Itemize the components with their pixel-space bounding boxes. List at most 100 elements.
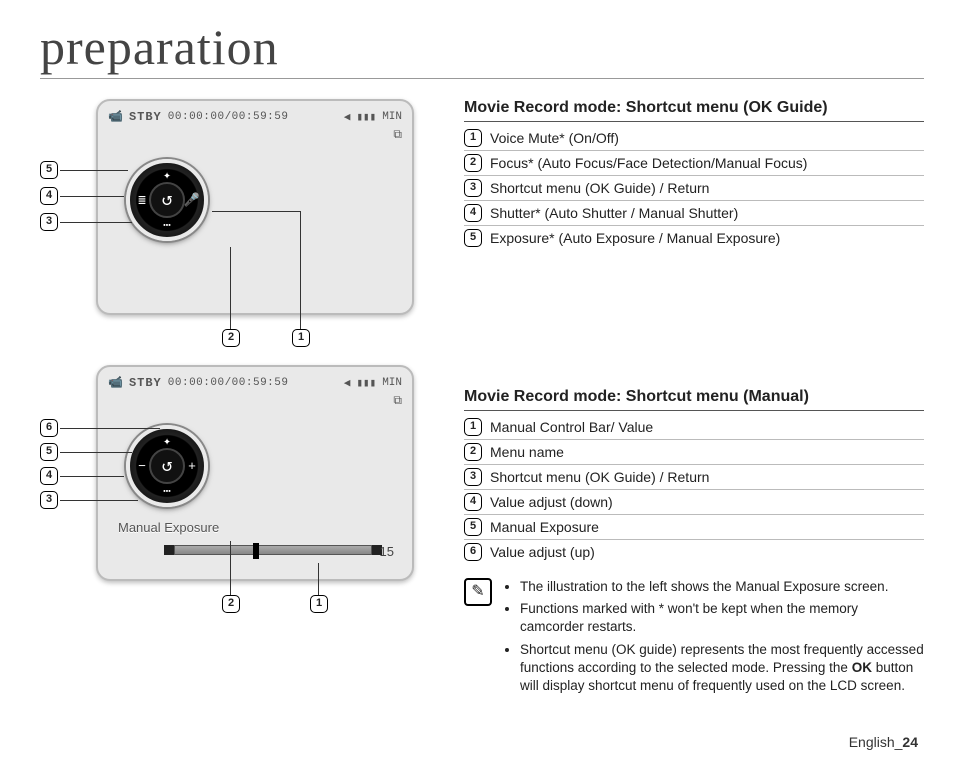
callout-line — [60, 476, 124, 477]
lcd-screen: 📹 STBY 00:00:00/00:59:59 ◀ ▮▮▮ MIN ⧉ ✦ 🎤… — [96, 99, 414, 315]
num-badge: 4 — [464, 204, 482, 222]
num-badge: 5 — [464, 518, 482, 536]
dial-center-icon: ↺ — [149, 448, 185, 484]
lcd-top-bar: 📹 STBY 00:00:00/00:59:59 ◀ ▮▮▮ MIN — [108, 109, 402, 124]
sd-icon: ⧉ — [108, 128, 402, 142]
dial-center-icon: ↺ — [149, 182, 185, 218]
list-item: 6 Value adjust (up) — [464, 540, 924, 564]
callout-line — [230, 247, 231, 329]
list-item: 1Voice Mute* (On/Off) — [464, 126, 924, 151]
status-label: STBY — [129, 376, 162, 390]
note-bullet: Functions marked with * won't be kept wh… — [520, 600, 924, 636]
callout-line — [60, 428, 160, 429]
camcorder-icon: 📹 — [108, 375, 123, 390]
list-item: 1 Manual Control Bar/ Value — [464, 415, 924, 440]
callout-badge: 2 — [222, 595, 240, 613]
item-text: Shutter* (Auto Shutter / Manual Shutter) — [490, 205, 738, 221]
item-text: Manual Control Bar/ Value — [490, 419, 653, 435]
section-heading-ok-guide: Movie Record mode: Shortcut menu (OK Gui… — [464, 99, 924, 122]
definition-list-ok-guide: 1Voice Mute* (On/Off) 2Focus* (Auto Focu… — [464, 126, 924, 250]
callout-badge: 2 — [222, 329, 240, 347]
ok-bold: OK — [852, 660, 872, 675]
status-label: STBY — [129, 110, 162, 124]
dial-right-icon: + — [182, 456, 202, 476]
callout-line — [230, 541, 231, 595]
num-badge: 6 — [464, 543, 482, 561]
item-text: Manual Exposure — [490, 519, 599, 535]
callout-badge: 6 — [40, 419, 58, 437]
definition-list-manual: 1 Manual Control Bar/ Value 2 Menu name 3S… — [464, 415, 924, 564]
manual-control-bar — [174, 545, 372, 555]
callout-line — [300, 211, 301, 329]
num-badge: 4 — [464, 493, 482, 511]
num-badge: 2 — [464, 443, 482, 461]
time-counter: 00:00:00/00:59:59 — [168, 377, 289, 389]
callout-badge: 1 — [292, 329, 310, 347]
footer-page-number: 24 — [902, 734, 918, 750]
item-text: Value adjust (up) — [490, 544, 595, 560]
page-title: preparation — [40, 18, 924, 79]
item-text: Exposure* (Auto Exposure / Manual Exposu… — [490, 230, 780, 246]
control-dial: ✦ 🎤 ⋯ ≣ ↺ — [126, 159, 208, 241]
right-column: Movie Record mode: Shortcut menu (OK Gui… — [464, 99, 924, 699]
dial-right-icon: 🎤 — [182, 190, 202, 210]
battery-icon: ▮▮▮ — [356, 110, 376, 124]
manual-exposure-label: Manual Exposure — [118, 520, 219, 535]
list-item: 5 Exposure* (Auto Exposure / Manual Expos… — [464, 226, 924, 250]
list-item: 2 Menu name — [464, 440, 924, 465]
callout-line — [60, 452, 132, 453]
card-icon: ◀ — [344, 110, 351, 124]
left-column: 📹 STBY 00:00:00/00:59:59 ◀ ▮▮▮ MIN ⧉ ✦ 🎤… — [40, 99, 440, 699]
item-text: Shortcut menu (OK Guide) / Return — [490, 180, 709, 196]
list-item: 3 Shortcut menu (OK Guide) / Return — [464, 465, 924, 490]
section-heading-manual: Movie Record mode: Shortcut menu (Manual… — [464, 388, 924, 411]
num-badge: 3 — [464, 468, 482, 486]
list-item: 4 Shutter* (Auto Shutter / Manual Shutter… — [464, 201, 924, 226]
min-label: MIN — [382, 111, 402, 123]
lcd-panel-ok-guide: 📹 STBY 00:00:00/00:59:59 ◀ ▮▮▮ MIN ⧉ ✦ 🎤… — [40, 99, 440, 315]
note-list: The illustration to the left shows the M… — [502, 578, 924, 699]
list-item: 5 Manual Exposure — [464, 515, 924, 540]
card-icon: ◀ — [344, 376, 351, 390]
lcd-screen: 📹 STBY 00:00:00/00:59:59 ◀ ▮▮▮ MIN ⧉ ✦ +… — [96, 365, 414, 581]
lcd-panel-manual: 📹 STBY 00:00:00/00:59:59 ◀ ▮▮▮ MIN ⧉ ✦ +… — [40, 365, 440, 581]
page-footer: English_24 — [849, 734, 918, 750]
callout-line — [60, 170, 128, 171]
num-badge: 2 — [464, 154, 482, 172]
note-bullet: Shortcut menu (OK guide) represents the … — [520, 641, 924, 696]
battery-icon: ▮▮▮ — [356, 376, 376, 390]
callout-badge: 3 — [40, 213, 58, 231]
callout-badge: 4 — [40, 467, 58, 485]
camcorder-icon: 📹 — [108, 109, 123, 124]
callout-line — [60, 222, 132, 223]
item-text: Shortcut menu (OK Guide) / Return — [490, 469, 709, 485]
callout-line — [60, 196, 124, 197]
list-item: 2Focus* (Auto Focus/Face Detection/Manua… — [464, 151, 924, 176]
note-block: ✎ The illustration to the left shows the… — [464, 578, 924, 699]
callout-line — [60, 500, 138, 501]
list-item: 4 Value adjust (down) — [464, 490, 924, 515]
time-counter: 00:00:00/00:59:59 — [168, 111, 289, 123]
item-text: Value adjust (down) — [490, 494, 613, 510]
num-badge: 1 — [464, 418, 482, 436]
callout-badge: 5 — [40, 161, 58, 179]
min-label: MIN — [382, 377, 402, 389]
item-text: Voice Mute* (On/Off) — [490, 130, 619, 146]
callout-line — [318, 563, 319, 595]
callout-line — [212, 211, 300, 212]
callout-badge: 5 — [40, 443, 58, 461]
sd-icon: ⧉ — [108, 394, 402, 408]
dial-down-icon: ⋯ — [157, 481, 177, 501]
lcd-top-bar: 📹 STBY 00:00:00/00:59:59 ◀ ▮▮▮ MIN — [108, 375, 402, 390]
footer-lang: English_ — [849, 734, 903, 750]
note-icon: ✎ — [464, 578, 492, 606]
num-badge: 5 — [464, 229, 482, 247]
callout-badge: 1 — [310, 595, 328, 613]
callout-badge: 4 — [40, 187, 58, 205]
item-text: Menu name — [490, 444, 564, 460]
callout-badge: 3 — [40, 491, 58, 509]
note-bullet: The illustration to the left shows the M… — [520, 578, 924, 596]
num-badge: 3 — [464, 179, 482, 197]
slider-value: 15 — [380, 544, 394, 559]
slider-handle — [253, 543, 259, 559]
